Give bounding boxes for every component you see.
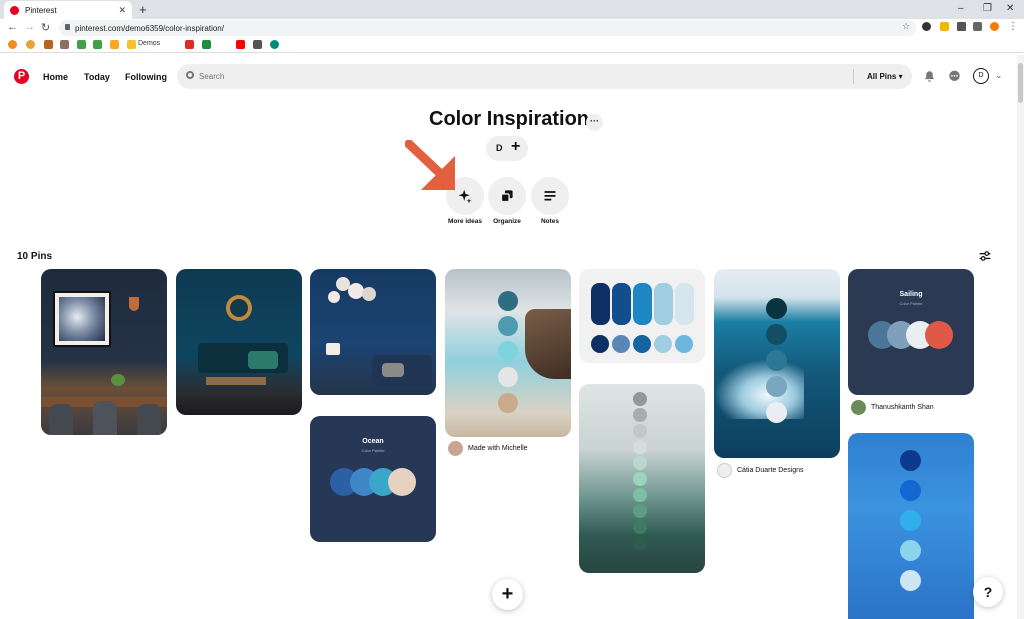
- pin-hot-spring-palette[interactable]: [445, 269, 571, 437]
- help-button[interactable]: ?: [973, 577, 1003, 607]
- account-chevron-down-icon[interactable]: ⌄: [995, 70, 1003, 81]
- pin-teal-living-room[interactable]: [176, 269, 302, 415]
- pin-blue-water-palette[interactable]: [848, 433, 974, 619]
- search-input[interactable]: Search: [199, 72, 224, 81]
- notes-icon: [544, 191, 556, 201]
- sailing-palette-title: Sailing: [899, 291, 923, 298]
- back-icon[interactable]: ←: [7, 21, 18, 33]
- notes-button[interactable]: [531, 177, 569, 215]
- bookmarks-bar: Demos: [0, 37, 1024, 53]
- nav-today[interactable]: Today: [84, 72, 110, 82]
- pin-blue-swatches[interactable]: [579, 269, 705, 363]
- nav-home[interactable]: Home: [43, 72, 68, 82]
- all-pins-dropdown[interactable]: All Pins ▾: [867, 72, 903, 81]
- bookmark-icon[interactable]: [44, 40, 53, 49]
- close-window-icon[interactable]: ✕: [1006, 3, 1014, 14]
- pin-author[interactable]: Cátia Duarte Designs: [717, 463, 804, 478]
- close-tab-icon[interactable]: ✕: [118, 5, 126, 16]
- search-bar[interactable]: Search All Pins ▾: [177, 64, 912, 89]
- author-name: Thanushkanth Shan: [871, 404, 934, 411]
- messages-icon[interactable]: [948, 70, 961, 83]
- menu-icon[interactable]: ⋮: [1008, 21, 1018, 32]
- page-scrollbar[interactable]: [1017, 55, 1024, 619]
- pin-count: 10 Pins: [17, 251, 53, 262]
- notifications-bell-icon[interactable]: [923, 70, 936, 83]
- organize-icon: [500, 190, 513, 203]
- all-pins-label: All Pins: [867, 72, 897, 81]
- bookmark-icon[interactable]: [93, 40, 102, 49]
- tab-title: Pinterest: [25, 5, 57, 15]
- browser-toolbar: ← → ↻ pinterest.com/demo6359/color-inspi…: [0, 19, 1024, 37]
- browser-tab[interactable]: Pinterest ✕: [4, 1, 132, 19]
- user-avatar[interactable]: D: [973, 68, 989, 84]
- pin-sailing-palette[interactable]: Sailing Color Palette: [848, 269, 974, 395]
- sailing-palette-subtitle: Color Palette: [899, 301, 923, 306]
- collaborator-avatar: D: [496, 143, 503, 153]
- extension-icon[interactable]: [940, 22, 949, 31]
- bookmark-icon[interactable]: [26, 40, 35, 49]
- board-more-options-button[interactable]: ···: [586, 114, 603, 131]
- pin-author[interactable]: Made with Michelle: [448, 441, 528, 456]
- sparkle-icon: [458, 189, 472, 204]
- filter-sliders-icon[interactable]: [979, 250, 991, 262]
- code-icon[interactable]: [253, 40, 262, 49]
- author-avatar: [717, 463, 732, 478]
- url-text: pinterest.com/demo6359/color-inspiration…: [75, 23, 224, 33]
- notes-label: Notes: [540, 218, 560, 225]
- add-collaborator-icon[interactable]: +: [511, 138, 520, 156]
- pin-wave-palette[interactable]: [714, 269, 840, 458]
- bookmark-icon[interactable]: [60, 40, 69, 49]
- author-name: Cátia Duarte Designs: [737, 467, 804, 474]
- divider: [853, 69, 854, 84]
- pin-author[interactable]: Thanushkanth Shan: [851, 400, 934, 415]
- youtube-icon[interactable]: [236, 40, 245, 49]
- bookmark-icon[interactable]: [77, 40, 86, 49]
- extension-icon[interactable]: [922, 22, 931, 31]
- new-tab-button[interactable]: +: [139, 2, 147, 17]
- qr-extension-icon[interactable]: [957, 22, 966, 31]
- search-icon: [186, 71, 194, 79]
- folder-icon: [127, 40, 136, 49]
- pin-navy-lamp-room[interactable]: [310, 269, 436, 395]
- author-avatar: [851, 400, 866, 415]
- ocean-palette-subtitle: Color Palette: [361, 448, 385, 453]
- pinterest-logo-icon[interactable]: P: [14, 69, 29, 84]
- restore-icon[interactable]: ❐: [983, 3, 992, 14]
- author-avatar: [448, 441, 463, 456]
- scrollbar-thumb[interactable]: [1018, 63, 1023, 103]
- ocean-palette-title: Ocean: [362, 438, 384, 445]
- pin-dining-room[interactable]: [41, 269, 167, 435]
- pinterest-favicon-icon: [10, 5, 19, 15]
- board-title: Color Inspiration: [429, 108, 589, 130]
- address-bar[interactable]: pinterest.com/demo6359/color-inspiration…: [59, 20, 916, 36]
- drive-icon[interactable]: [202, 40, 211, 49]
- author-name: Made with Michelle: [468, 445, 528, 452]
- add-pin-button[interactable]: +: [492, 579, 523, 610]
- reload-icon[interactable]: ↻: [41, 21, 50, 34]
- organize-button[interactable]: [488, 177, 526, 215]
- bookmark-icon[interactable]: [8, 40, 17, 49]
- bookmark-icon[interactable]: [270, 40, 279, 49]
- nav-following[interactable]: Following: [125, 72, 167, 82]
- chart-bookmark-icon[interactable]: [110, 40, 119, 49]
- collaborators[interactable]: D +: [486, 136, 528, 161]
- forward-icon[interactable]: →: [24, 21, 35, 33]
- pin-green-sea-palette[interactable]: [579, 384, 705, 573]
- browser-tab-strip: Pinterest ✕ + – ❐ ✕: [0, 0, 1024, 19]
- pin-ocean-palette[interactable]: Ocean Color Palette: [310, 416, 436, 542]
- lock-icon: [65, 24, 70, 30]
- gmail-icon[interactable]: [185, 40, 194, 49]
- minimize-icon[interactable]: –: [958, 3, 964, 14]
- annotation-arrow-icon: [405, 140, 455, 190]
- profile-icon[interactable]: [990, 22, 999, 31]
- bookmark-folder-demos[interactable]: Demos: [138, 40, 160, 47]
- bookmark-star-icon[interactable]: ☆: [902, 21, 910, 32]
- puzzle-icon[interactable]: [973, 22, 982, 31]
